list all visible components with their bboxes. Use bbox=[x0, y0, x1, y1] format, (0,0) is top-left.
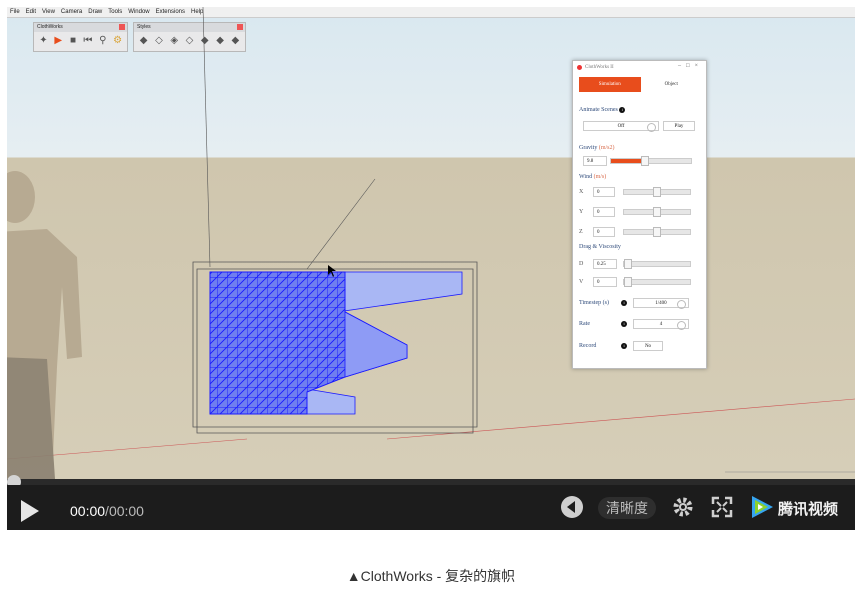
wind-x-label: X bbox=[579, 189, 584, 195]
quality-button[interactable]: 清晰度 bbox=[598, 497, 656, 519]
wind-label: Wind (m/s) bbox=[579, 174, 607, 180]
slider-thumb[interactable] bbox=[624, 259, 632, 269]
scene-graphics bbox=[7, 7, 855, 479]
slider-thumb[interactable] bbox=[653, 207, 661, 217]
clothworks-panel: ClothWorks II –□× Simulation Object Anim… bbox=[572, 60, 707, 369]
drag-label: D bbox=[579, 261, 584, 267]
flag-part bbox=[336, 271, 463, 313]
flag-part bbox=[306, 388, 356, 415]
axis-line bbox=[306, 178, 376, 270]
wind-z-input[interactable]: 0 bbox=[593, 227, 615, 237]
timestep-select[interactable]: 1/400 bbox=[633, 298, 689, 309]
tencent-video-logo-icon bbox=[752, 496, 773, 518]
viscosity-slider[interactable] bbox=[623, 277, 691, 287]
gravity-input[interactable]: 9.8 bbox=[583, 156, 607, 166]
wind-y-slider[interactable] bbox=[623, 207, 691, 217]
wind-x-slider[interactable] bbox=[623, 187, 691, 197]
wind-z-slider[interactable] bbox=[623, 227, 691, 237]
current-time: 00:00 bbox=[70, 503, 106, 519]
sketchup-viewport[interactable]: File Edit View Camera Draw Tools Window … bbox=[7, 7, 855, 479]
panel-title: ClothWorks II bbox=[585, 64, 614, 70]
brand-name: 腾讯视频 bbox=[778, 501, 839, 518]
timestep-label: Timestep (s) bbox=[579, 300, 609, 306]
flag-wave bbox=[344, 311, 408, 378]
info-icon[interactable]: i bbox=[621, 343, 627, 349]
record-toggle[interactable]: No bbox=[633, 341, 663, 351]
panel-tabs: Simulation Object bbox=[579, 77, 702, 92]
play-scenes-button[interactable]: Play bbox=[663, 121, 695, 131]
window-controls[interactable]: –□× bbox=[678, 63, 703, 69]
rate-select[interactable]: 4 bbox=[633, 319, 689, 330]
slider-thumb[interactable] bbox=[653, 227, 661, 237]
axis-line bbox=[202, 7, 211, 268]
gravity-slider[interactable] bbox=[610, 156, 692, 166]
tab-simulation[interactable]: Simulation bbox=[579, 77, 641, 92]
slider-thumb[interactable] bbox=[653, 187, 661, 197]
info-icon[interactable]: i bbox=[621, 321, 627, 327]
tab-object[interactable]: Object bbox=[641, 77, 703, 92]
slider-thumb[interactable] bbox=[640, 156, 649, 166]
gear-icon[interactable] bbox=[671, 495, 695, 519]
wind-y-input[interactable]: 0 bbox=[593, 207, 615, 217]
wind-x-input[interactable]: 0 bbox=[593, 187, 615, 197]
scale-figure bbox=[7, 171, 82, 479]
viscosity-label: V bbox=[579, 279, 584, 285]
gravity-slider-fill bbox=[611, 159, 645, 163]
animate-scenes-select[interactable]: Off bbox=[583, 121, 659, 132]
drag-viscosity-label: Drag & Viscosity bbox=[579, 244, 621, 250]
chevron-down-icon bbox=[677, 321, 686, 330]
info-icon[interactable]: i bbox=[619, 107, 626, 113]
animate-scenes-label: Animate Scenes i bbox=[579, 107, 626, 113]
gravity-label: Gravity (m/s2) bbox=[579, 145, 615, 151]
player-controls: 00:00/00:00 清晰度 腾讯视频 bbox=[7, 485, 855, 530]
viscosity-input[interactable]: 0 bbox=[593, 277, 617, 287]
drag-input[interactable]: 0.25 bbox=[593, 259, 617, 269]
panel-titlebar: ClothWorks II –□× bbox=[573, 61, 706, 73]
chevron-down-icon bbox=[677, 300, 686, 309]
play-icon[interactable] bbox=[21, 500, 39, 522]
volume-icon[interactable] bbox=[560, 495, 584, 519]
duration: 00:00 bbox=[108, 503, 144, 519]
chevron-down-icon bbox=[647, 123, 656, 132]
slider-thumb[interactable] bbox=[624, 277, 632, 287]
info-icon[interactable]: i bbox=[621, 300, 627, 306]
video-frame: File Edit View Camera Draw Tools Window … bbox=[7, 7, 855, 530]
drag-slider[interactable] bbox=[623, 259, 691, 269]
wind-z-label: Z bbox=[579, 229, 583, 235]
clothworks-logo-icon bbox=[577, 64, 582, 70]
image-caption: ▲ClothWorks - 复杂的旗帜 bbox=[346, 568, 516, 584]
wind-y-label: Y bbox=[579, 209, 584, 215]
rate-label: Rate bbox=[579, 321, 590, 327]
record-label: Record bbox=[579, 343, 597, 349]
time-display: 00:00/00:00 bbox=[70, 503, 144, 519]
fullscreen-icon[interactable] bbox=[711, 496, 733, 518]
